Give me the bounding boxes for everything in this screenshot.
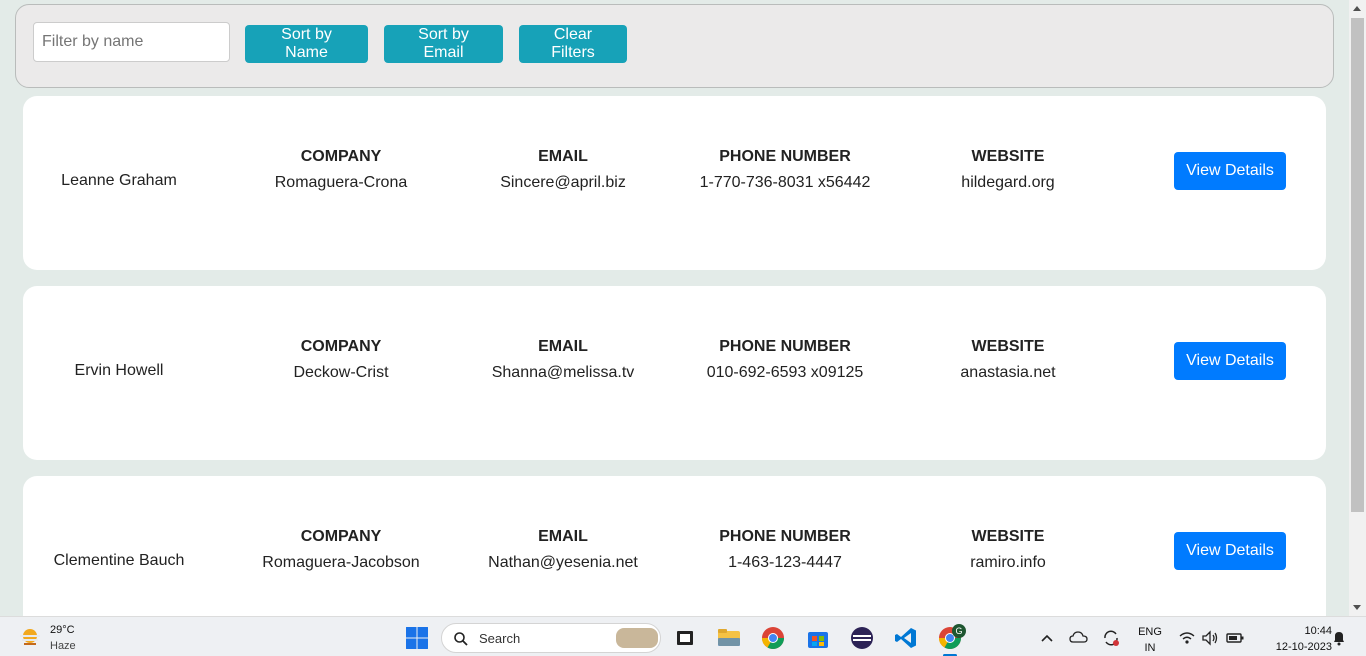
taskbar-search-box[interactable]: Search (441, 623, 661, 653)
phone-label: PHONE NUMBER (719, 528, 851, 545)
user-card: Ervin Howell COMPANY Deckow-Crist EMAIL … (23, 286, 1326, 460)
website-label: WEBSITE (971, 338, 1045, 355)
onedrive-cloud-icon[interactable] (1069, 626, 1089, 650)
weather-haze-icon[interactable] (18, 627, 42, 647)
search-icon (454, 632, 468, 646)
website-column: WEBSITE ramiro.info (908, 528, 1108, 572)
volume-icon[interactable] (1201, 626, 1219, 650)
phone-value: 010-692-6593 x09125 (706, 364, 864, 381)
website-value: anastasia.net (960, 364, 1056, 381)
website-value: hildegard.org (961, 174, 1055, 191)
battery-icon[interactable] (1225, 626, 1245, 650)
email-label: EMAIL (538, 338, 588, 355)
company-value: Romaguera-Jacobson (262, 554, 420, 571)
scroll-down-arrow-icon[interactable] (1353, 605, 1361, 610)
company-label: COMPANY (300, 528, 382, 545)
phone-value: 1-463-123-4447 (728, 554, 842, 571)
search-label: Search (479, 631, 521, 646)
website-label: WEBSITE (971, 148, 1045, 165)
taskbar: 29°C Haze Search G ENG IN 10:44 12-10-20… (0, 616, 1366, 656)
windows-start-icon[interactable] (405, 626, 429, 650)
page-viewport: Sort by Name Sort by Email Clear Filters… (0, 0, 1349, 616)
view-details-button[interactable]: View Details (1174, 152, 1286, 190)
task-view-icon[interactable] (673, 626, 697, 650)
user-card: Leanne Graham COMPANY Romaguera-Crona EM… (23, 96, 1326, 270)
company-value: Romaguera-Crona (274, 174, 408, 191)
email-value: Nathan@yesenia.net (488, 554, 638, 571)
scroll-thumb[interactable] (1351, 18, 1364, 512)
clock-time[interactable]: 10:44 (1276, 625, 1332, 637)
chevron-up-icon[interactable] (1040, 626, 1054, 650)
filter-name-input[interactable] (33, 22, 230, 62)
chrome-profile-badge: G (952, 624, 966, 638)
website-column: WEBSITE anastasia.net (908, 338, 1108, 382)
email-label: EMAIL (538, 148, 588, 165)
weather-condition[interactable]: Haze (50, 640, 76, 652)
email-value: Shanna@melissa.tv (491, 364, 635, 381)
filter-bar: Sort by Name Sort by Email Clear Filters (15, 4, 1334, 88)
sort-by-email-button[interactable]: Sort by Email (384, 25, 503, 63)
user-name: Ervin Howell (74, 362, 164, 379)
vscode-icon[interactable] (894, 626, 918, 650)
chrome-icon[interactable] (761, 626, 785, 650)
email-value: Sincere@april.biz (500, 174, 626, 191)
sort-by-name-button[interactable]: Sort by Name (245, 25, 368, 63)
phone-label: PHONE NUMBER (719, 148, 851, 165)
company-label: COMPANY (300, 338, 382, 355)
weather-temperature[interactable]: 29°C (50, 624, 75, 636)
phone-label: PHONE NUMBER (719, 338, 851, 355)
phone-value: 1-770-736-8031 x56442 (699, 174, 871, 191)
website-value: ramiro.info (970, 554, 1046, 571)
user-card: Clementine Bauch COMPANY Romaguera-Jacob… (23, 476, 1326, 616)
email-column: EMAIL Nathan@yesenia.net (463, 528, 663, 572)
view-details-button[interactable]: View Details (1174, 342, 1286, 380)
clock-date[interactable]: 12-10-2023 (1256, 641, 1332, 653)
website-column: WEBSITE hildegard.org (908, 148, 1108, 192)
vertical-scrollbar[interactable] (1349, 0, 1366, 616)
eclipse-icon[interactable] (850, 626, 874, 650)
email-label: EMAIL (538, 528, 588, 545)
company-column: COMPANY Romaguera-Jacobson (241, 528, 441, 572)
notification-bell-icon[interactable] (1331, 626, 1347, 650)
company-column: COMPANY Romaguera-Crona (241, 148, 441, 192)
phone-column: PHONE NUMBER 1-463-123-4447 (685, 528, 885, 572)
view-details-button[interactable]: View Details (1174, 532, 1286, 570)
wifi-icon[interactable] (1178, 626, 1196, 650)
scroll-up-arrow-icon[interactable] (1353, 6, 1361, 11)
language-indicator[interactable]: ENG (1135, 626, 1165, 638)
clear-filters-button[interactable]: Clear Filters (519, 25, 627, 63)
phone-column: PHONE NUMBER 1-770-736-8031 x56442 (685, 148, 885, 192)
company-value: Deckow-Crist (293, 364, 389, 381)
sync-icon[interactable] (1101, 626, 1121, 650)
search-highlight-image (616, 628, 658, 648)
user-name: Clementine Bauch (53, 552, 185, 569)
website-label: WEBSITE (971, 528, 1045, 545)
email-column: EMAIL Shanna@melissa.tv (463, 338, 663, 382)
region-indicator[interactable]: IN (1135, 642, 1165, 654)
company-column: COMPANY Deckow-Crist (241, 338, 441, 382)
file-explorer-icon[interactable] (717, 626, 741, 650)
microsoft-store-icon[interactable] (806, 626, 830, 650)
user-name: Leanne Graham (61, 172, 177, 189)
phone-column: PHONE NUMBER 010-692-6593 x09125 (685, 338, 885, 382)
company-label: COMPANY (300, 148, 382, 165)
email-column: EMAIL Sincere@april.biz (463, 148, 663, 192)
